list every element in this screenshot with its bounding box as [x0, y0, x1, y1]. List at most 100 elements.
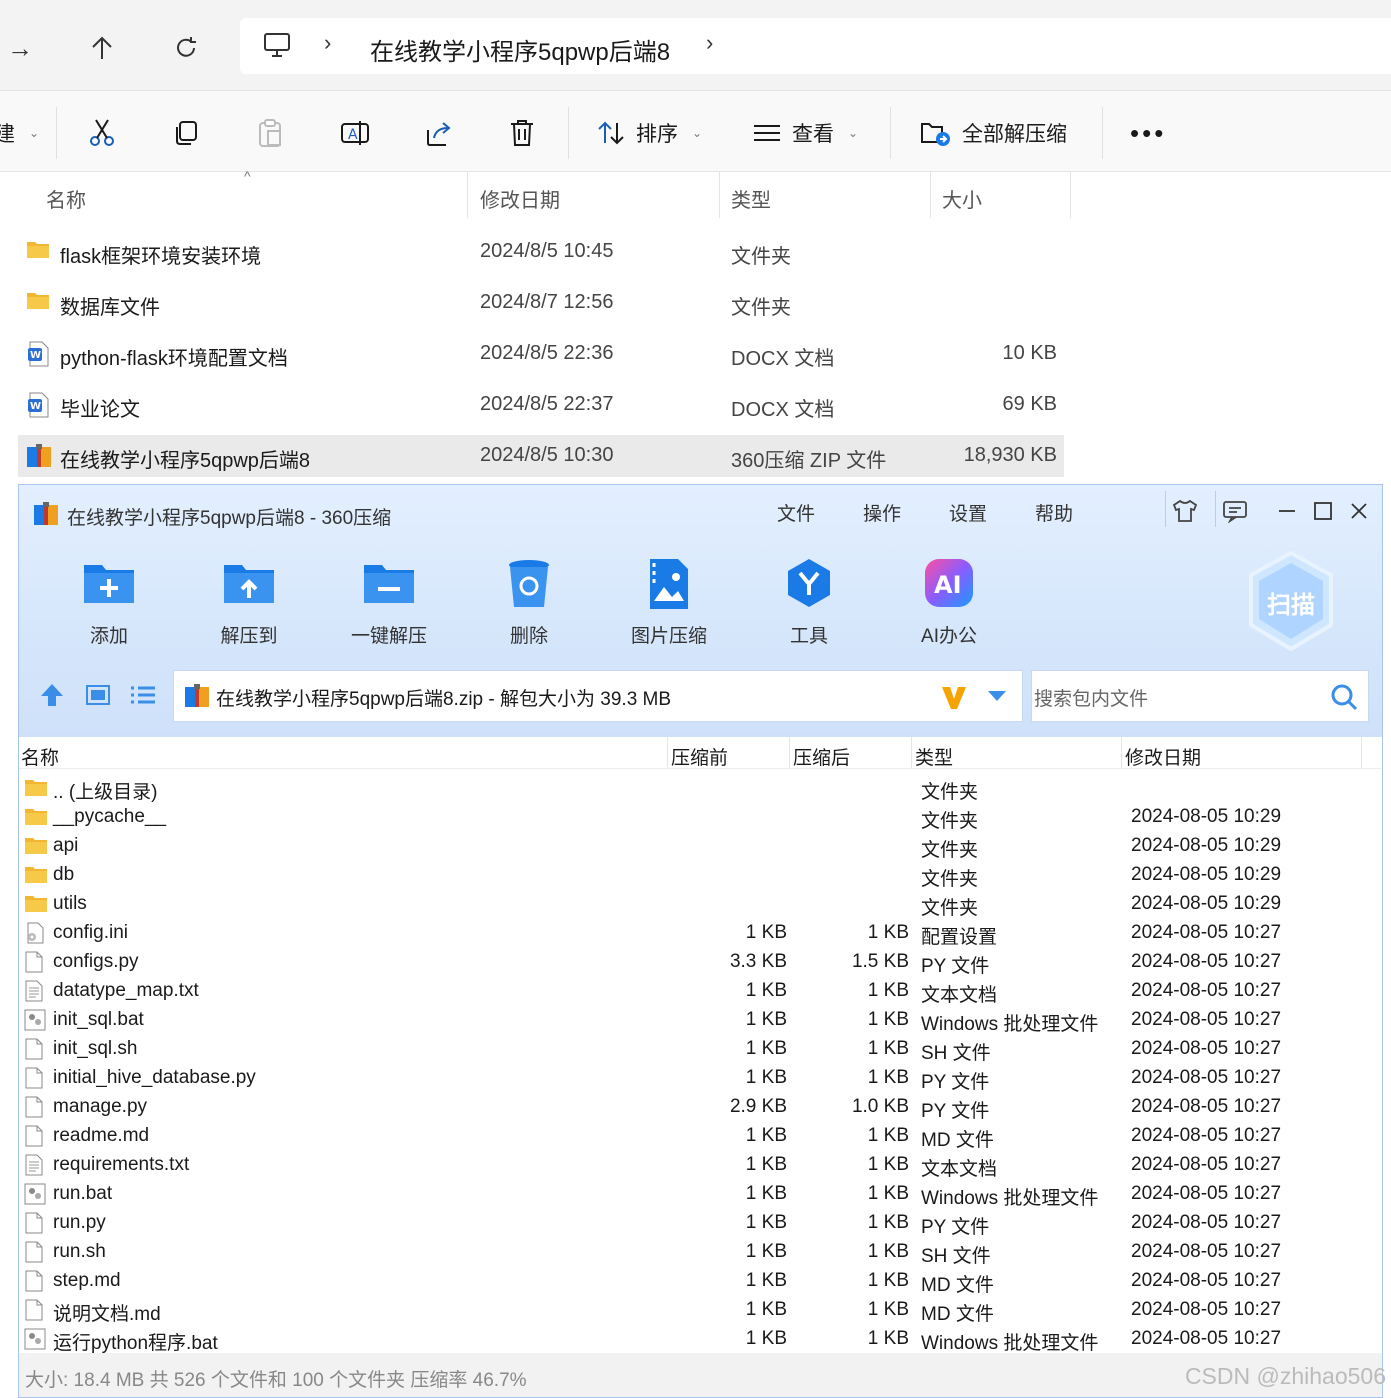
- file-row[interactable]: 数据库文件 2024/8/7 12:56 文件夹: [18, 282, 1064, 324]
- archive-row[interactable]: __pycache__ 文件夹 2024-08-05 10:29: [19, 802, 1382, 832]
- address-box[interactable]: › 在线教学小程序5qpwp后端8 ›: [240, 18, 1391, 74]
- file-row[interactable]: 在线教学小程序5qpwp后端8 2024/8/5 10:30 360压缩 ZIP 文…: [18, 435, 1064, 477]
- dropdown-arrow-icon[interactable]: [986, 689, 1008, 708]
- archive-row[interactable]: utils 文件夹 2024-08-05 10:29: [19, 889, 1382, 919]
- menu-file[interactable]: 文件: [777, 499, 815, 526]
- tools-button[interactable]: 工具: [759, 555, 859, 648]
- archive-row[interactable]: 说明文档.md 1 KB 1 KB MD 文件 2024-08-05 10:27: [19, 1295, 1382, 1325]
- up-icon[interactable]: [82, 28, 122, 68]
- delete-button[interactable]: 删除: [479, 555, 579, 648]
- archive-row[interactable]: api 文件夹 2024-08-05 10:29: [19, 831, 1382, 861]
- column-divider[interactable]: [930, 172, 931, 218]
- feedback-icon[interactable]: [1217, 495, 1253, 527]
- archive-row[interactable]: run.py 1 KB 1 KB PY 文件 2024-08-05 10:27: [19, 1208, 1382, 1238]
- thumbnail-view-icon[interactable]: [85, 682, 111, 713]
- archive-row[interactable]: config.ini 1 KB 1 KB 配置设置 2024-08-05 10:27: [19, 918, 1382, 948]
- menu-settings[interactable]: 设置: [949, 499, 987, 526]
- one-click-extract-button[interactable]: 一键解压: [339, 555, 439, 648]
- menu-operate[interactable]: 操作: [863, 499, 901, 526]
- column-divider[interactable]: [789, 737, 790, 769]
- paste-icon[interactable]: [256, 113, 284, 153]
- file-row[interactable]: W 毕业论文 2024/8/5 22:37 DOCX 文档 69 KB: [18, 384, 1064, 426]
- delete-icon[interactable]: [508, 113, 536, 153]
- column-after[interactable]: 压缩后: [793, 743, 850, 770]
- menu-help[interactable]: 帮助: [1035, 499, 1073, 526]
- add-button[interactable]: 添加: [59, 555, 159, 648]
- entry-size-before: 1 KB: [745, 1299, 787, 1320]
- archive-row[interactable]: run.sh 1 KB 1 KB SH 文件 2024-08-05 10:27: [19, 1237, 1382, 1267]
- archive-row[interactable]: run.bat 1 KB 1 KB Windows 批处理文件 2024-08-05 1…: [19, 1179, 1382, 1211]
- maximize-icon[interactable]: [1305, 495, 1341, 527]
- file-row[interactable]: Wpython-flask环境配置文档 2024/8/5 22:36 DOCX 文档…: [18, 333, 1064, 375]
- v-logo-icon[interactable]: [940, 683, 968, 716]
- chevron-right-icon[interactable]: ›: [706, 30, 713, 56]
- view-button[interactable]: 查看 ⌄: [752, 113, 858, 153]
- forward-icon[interactable]: →: [0, 28, 40, 68]
- archive-row[interactable]: init_sql.sh 1 KB 1 KB SH 文件 2024-08-05 10:27: [19, 1034, 1382, 1064]
- extract-to-button[interactable]: 解压到: [199, 555, 299, 648]
- entry-modified: 2024-08-05 10:27: [1131, 1096, 1282, 1117]
- file-size: 10 KB: [1002, 342, 1057, 364]
- column-type[interactable]: 类型: [915, 743, 953, 770]
- column-divider[interactable]: [1070, 172, 1071, 218]
- scan-button[interactable]: 扫描: [1247, 550, 1335, 652]
- file-icon: [24, 1096, 44, 1124]
- copy-icon[interactable]: [172, 113, 200, 153]
- column-divider[interactable]: [1121, 737, 1122, 769]
- status-text: 大小: 18.4 MB 共 526 个文件和 100 个文件夹 压缩率 46.7…: [25, 1370, 527, 1391]
- new-dropdown[interactable]: 建 ⌄: [0, 113, 39, 153]
- archive-row[interactable]: datatype_map.txt 1 KB 1 KB 文本文档 2024-08-05 1…: [19, 976, 1382, 1006]
- archive-path-field[interactable]: 在线教学小程序5qpwp后端8.zip - 解包大小为 39.3 MB: [173, 670, 1023, 722]
- computer-icon[interactable]: [262, 30, 292, 65]
- column-name[interactable]: 名称: [46, 184, 86, 213]
- close-icon[interactable]: [1341, 495, 1377, 527]
- cut-icon[interactable]: [88, 113, 116, 153]
- column-divider[interactable]: [467, 172, 468, 218]
- column-modified[interactable]: 修改日期: [1125, 743, 1201, 770]
- entry-name: readme.md: [53, 1125, 150, 1146]
- file-modified: 2024/8/5 10:45: [480, 240, 614, 262]
- search-archive-input[interactable]: 搜索包内文件: [1031, 670, 1369, 722]
- entry-size-before: 1 KB: [745, 1154, 787, 1175]
- archive-row[interactable]: step.md 1 KB 1 KB MD 文件 2024-08-05 10:27: [19, 1266, 1382, 1296]
- column-divider[interactable]: [719, 172, 720, 218]
- search-icon[interactable]: [1330, 683, 1358, 716]
- ai-office-button[interactable]: AI AI办公: [899, 555, 999, 648]
- batch-file-icon: [24, 1183, 46, 1211]
- breadcrumb-folder[interactable]: 在线教学小程序5qpwp后端8: [370, 32, 670, 67]
- archive-row[interactable]: initial_hive_database.py 1 KB 1 KB PY 文件 202…: [19, 1063, 1382, 1093]
- archive-row[interactable]: .. (上级目录) 文件夹: [19, 773, 1382, 803]
- column-type[interactable]: 类型: [731, 184, 771, 213]
- column-modified[interactable]: 修改日期: [480, 184, 560, 213]
- column-name[interactable]: 名称: [21, 743, 59, 770]
- image-compress-button[interactable]: 图片压缩: [619, 555, 719, 648]
- archive-row[interactable]: configs.py 3.3 KB 1.5 KB PY 文件 2024-08-05 10…: [19, 947, 1382, 977]
- list-view-icon[interactable]: [129, 682, 157, 713]
- share-icon[interactable]: [424, 113, 454, 153]
- refresh-icon[interactable]: [166, 28, 206, 68]
- archive-row[interactable]: db 文件夹 2024-08-05 10:29: [19, 860, 1382, 890]
- rename-icon[interactable]: A: [340, 113, 370, 153]
- sort-button[interactable]: 排序 ⌄: [596, 113, 702, 153]
- archive-row[interactable]: readme.md 1 KB 1 KB MD 文件 2024-08-05 10:27: [19, 1121, 1382, 1151]
- archive-row[interactable]: requirements.txt 1 KB 1 KB 文本文档 2024-08-05 1…: [19, 1150, 1382, 1180]
- minimize-icon[interactable]: [1269, 495, 1305, 527]
- entry-modified: 2024-08-05 10:27: [1131, 980, 1282, 1001]
- column-divider[interactable]: [911, 737, 912, 769]
- entry-name: initial_hive_database.py: [53, 1067, 256, 1088]
- archive-row[interactable]: init_sql.bat 1 KB 1 KB Windows 批处理文件 2024-08…: [19, 1005, 1382, 1035]
- file-row[interactable]: flask框架环境安装环境 2024/8/5 10:45 文件夹: [18, 231, 1064, 273]
- column-size[interactable]: 大小: [942, 184, 982, 213]
- archive-row[interactable]: manage.py 2.9 KB 1.0 KB PY 文件 2024-08-05 10:…: [19, 1092, 1382, 1124]
- chevron-right-icon[interactable]: ›: [324, 30, 331, 56]
- more-options-icon[interactable]: •••: [1130, 113, 1166, 153]
- skin-icon[interactable]: [1167, 495, 1203, 527]
- column-divider[interactable]: [1361, 737, 1362, 769]
- column-divider[interactable]: [667, 737, 668, 769]
- up-level-icon[interactable]: [39, 682, 65, 713]
- watermark: CSDN @zhihao506: [1184, 1363, 1386, 1389]
- extract-all-button[interactable]: 全部解压缩: [920, 113, 1067, 153]
- svg-text:A: A: [348, 127, 358, 143]
- archive-row[interactable]: 运行python程序.bat 1 KB 1 KB Windows 批处理文件 2024-…: [19, 1324, 1382, 1354]
- column-before[interactable]: 压缩前: [671, 743, 728, 770]
